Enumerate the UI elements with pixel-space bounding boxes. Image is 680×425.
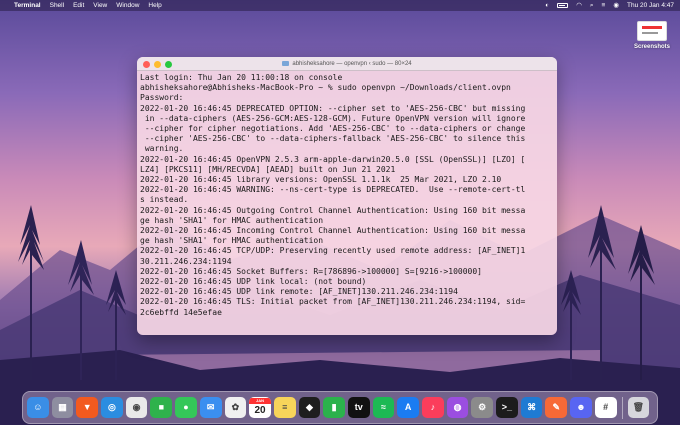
terminal-titlebar[interactable]: abhisheksahore — openvpn ‹ sudo — 80×24 [137,57,557,71]
figma-icon[interactable]: ◆ [298,396,321,419]
vscode-icon[interactable]: ⌘ [520,396,543,419]
terminal-line: 2022-01-20 16:46:45 TCP/UDP: Preserving … [140,246,526,256]
calendar-day: 20 [254,404,266,416]
terminal-line: 2022-01-20 16:46:45 UDP link local: (not… [140,277,367,287]
facetime-icon[interactable]: ■ [150,396,173,419]
brave-browser-icon[interactable]: ▼ [76,396,99,419]
terminal-line: 2022-01-20 16:46:45 Socket Buffers: R=[7… [140,266,482,276]
terminal-line: s instead. [140,195,189,205]
terminal-line: 2022-01-20 16:46:45 DEPRECATED OPTION: -… [140,103,526,113]
minimize-button[interactable] [154,60,161,68]
terminal-line: 2022-01-20 16:46:45 library versions: Op… [140,175,502,185]
notes-icon[interactable]: ≡ [273,396,296,419]
control-center-icon[interactable]: ≡ [602,0,606,11]
calendar-icon[interactable]: JAN 20 [249,396,271,419]
window-controls [143,60,172,68]
zoom-button[interactable] [165,60,172,68]
terminal-line: 30.211.246.234:1194 [140,256,232,266]
trash-icon[interactable]: 🗑 [627,396,650,419]
search-icon[interactable]: ⌕ [590,0,594,11]
terminal-line: in --data-ciphers (AES-256-GCM:AES-128-G… [140,113,526,123]
terminal-line: warning. [140,144,184,154]
menu-terminal[interactable]: Terminal [14,0,41,11]
dock-separator [621,396,623,419]
terminal-window[interactable]: abhisheksahore — openvpn ‹ sudo — 80×24 … [137,57,557,335]
messages-icon[interactable]: ● [175,396,197,419]
safari-icon[interactable]: ◎ [101,396,123,419]
terminal-line: LZ4] [PKCS11] [MH/RECVDA] [AEAD] built o… [140,164,396,174]
chrome-icon[interactable]: ◉ [125,396,148,419]
podcasts-icon[interactable]: ◍ [446,396,469,419]
menu-bar: Terminal Shell Edit View Window Help ◐ ◠… [0,0,680,11]
terminal-line: --cipher for cipher negotiations. Add 'A… [140,124,526,134]
music-icon[interactable]: ♪ [422,396,444,419]
wifi-icon[interactable]: ◠ [576,0,582,11]
numbers-icon[interactable]: ▮ [323,396,345,419]
desktop-icon-label: Screenshots [633,44,670,50]
menu-help[interactable]: Help [148,0,161,11]
terminal-line: 2022-01-20 16:46:45 TLS: Initial packet … [140,297,526,307]
menu-bar-status: ◐ ◠ ⌕ ≡ ◉ Thu 20 Jan 4:47 [545,0,674,11]
postman-icon[interactable]: ✎ [545,396,568,419]
terminal-line: ge hash 'SHA1' for HMAC authentication [140,236,324,246]
menu-edit[interactable]: Edit [73,0,84,11]
spotify-icon[interactable]: ≈ [372,396,395,419]
terminal-line: Password: [140,93,184,103]
terminal-line: abhisheksahore@Abhisheks-MacBook-Pro ~ %… [140,83,511,93]
mail-icon[interactable]: ✉ [199,396,222,419]
screenshot-thumbnail-icon [637,21,667,41]
terminal-icon[interactable]: >_ [496,396,518,419]
menu-view[interactable]: View [93,0,107,11]
terminal-line: --cipher 'AES-256-CBC' to --data-ciphers… [140,134,526,144]
launchpad-icon[interactable]: ▦ [51,396,74,419]
apple-tv-icon[interactable]: tv [347,396,370,419]
terminal-line: 2022-01-20 16:46:45 Incoming Control Cha… [140,226,526,236]
close-button[interactable] [143,60,150,68]
menu-clock[interactable]: Thu 20 Jan 4:47 [627,0,674,11]
dock: ☺ ▦ ▼ ◎ ◉ ■ ● ✉ ✿ JAN 20 ≡ ◆ ▮ tv ≈ A ♪ ◍ ⚙ >_ ⌘ ✎ ☻ # 🗑 [22,391,658,424]
status-app-icon[interactable]: ◐ [545,0,549,11]
terminal-line: 2022-01-20 16:46:45 WARNING: --ns-cert-t… [140,185,526,195]
slack-icon[interactable]: # [594,396,617,419]
terminal-line: 2022-01-20 16:46:45 OpenVPN 2.5.3 arm-ap… [140,154,526,164]
menu-shell[interactable]: Shell [50,0,64,11]
finder-icon[interactable]: ☺ [27,396,49,419]
terminal-line: ge hash 'SHA1' for HMAC authentication [140,215,324,225]
desktop-folder-screenshots[interactable]: Screenshots [632,21,672,50]
terminal-output[interactable]: Last login: Thu Jan 20 11:00:18 on conso… [137,71,557,320]
terminal-line: 2022-01-20 16:46:45 UDP link remote: [AF… [140,287,458,297]
app-store-icon[interactable]: A [397,396,419,419]
terminal-title: abhisheksahore — openvpn ‹ sudo — 80×24 [292,60,412,67]
discord-icon[interactable]: ☻ [570,396,592,419]
terminal-line: Last login: Thu Jan 20 11:00:18 on conso… [140,73,343,82]
menu-window[interactable]: Window [116,0,139,11]
photos-icon[interactable]: ✿ [224,396,247,419]
terminal-line: 2022-01-20 16:46:45 Outgoing Control Cha… [140,205,526,215]
system-preferences-icon[interactable]: ⚙ [471,396,494,419]
folder-icon [282,61,290,66]
siri-icon[interactable]: ◉ [613,0,619,11]
terminal-line: 2c6ebffd 14e5efae [140,307,222,317]
battery-icon[interactable] [557,3,569,8]
